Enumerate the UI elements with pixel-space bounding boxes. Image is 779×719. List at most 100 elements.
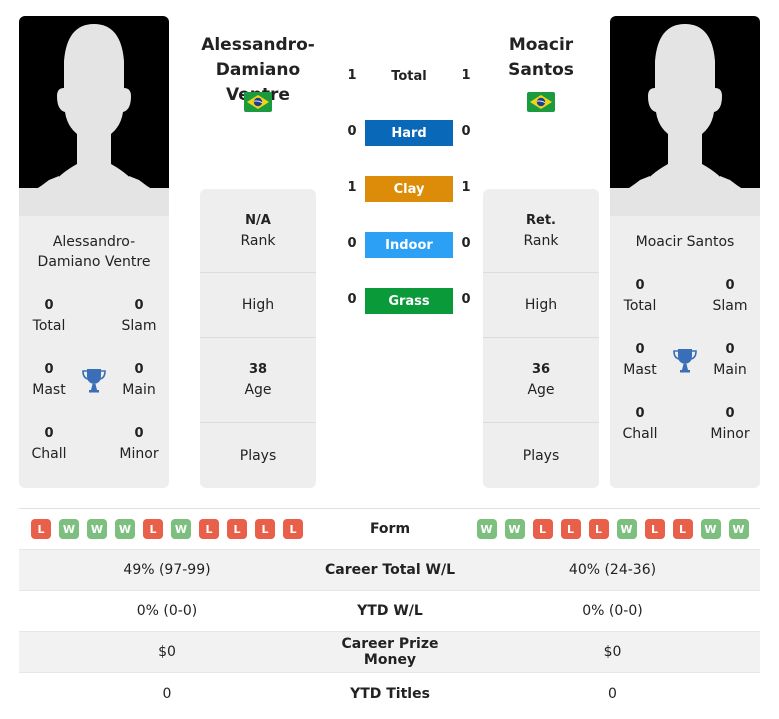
value: 0 <box>44 362 54 377</box>
form-badge-loss[interactable]: L <box>283 519 303 539</box>
surface-grass-button[interactable]: Grass <box>365 288 453 314</box>
player2-card-name: Moacir Santos <box>635 234 735 250</box>
player2-mast-titles: 0 Mast <box>605 340 675 380</box>
surface-hard-button[interactable]: Hard <box>365 120 453 146</box>
h2h-clay-p1: 1 <box>347 180 357 195</box>
h2h-grass-p2: 0 <box>461 292 471 307</box>
form-badge-loss[interactable]: L <box>588 519 609 539</box>
player2-info-panel: Ret. Rank High 36 Age Plays <box>483 189 599 488</box>
form-badge-win[interactable]: W <box>476 519 497 539</box>
plays-label: Plays <box>522 447 560 464</box>
form-badge-win[interactable]: W <box>171 519 191 539</box>
surface-clay-button[interactable]: Clay <box>365 176 453 202</box>
surface-indoor-button[interactable]: Indoor <box>365 232 453 258</box>
value: 0 <box>134 426 144 441</box>
high-label: High <box>524 297 558 313</box>
player1-minor-titles: 0 Minor <box>104 424 174 464</box>
h2h-hard-p2: 0 <box>461 124 471 139</box>
player1-plays: Plays <box>200 423 316 488</box>
form-badge-loss[interactable]: L <box>143 519 163 539</box>
silhouette-icon <box>19 24 169 216</box>
value: 0 <box>44 426 54 441</box>
value: 0 <box>134 298 144 313</box>
label: Minor <box>710 426 750 442</box>
high-label: High <box>241 297 275 313</box>
rank-label: Rank <box>240 232 276 249</box>
player1-career-wl: 49% (97-99) <box>123 562 211 578</box>
form-badge-win[interactable]: W <box>59 519 79 539</box>
form-badge-win[interactable]: W <box>115 519 135 539</box>
player2-ytd-titles: 0 <box>608 685 617 702</box>
ytd-titles-row: 0 YTD Titles 0 <box>19 673 760 714</box>
trophy-icon <box>82 367 106 393</box>
form-badge-win[interactable]: W <box>87 519 107 539</box>
player2-slam-titles: 0 Slam <box>695 276 765 316</box>
player1-total-titles: 0 Total <box>14 296 84 336</box>
value: 0 <box>635 406 645 421</box>
label: Slam <box>712 298 748 314</box>
value: 0 <box>134 362 144 377</box>
h2h-indoor-p1: 0 <box>347 236 357 251</box>
label: Total <box>623 298 657 314</box>
form-badge-loss[interactable]: L <box>560 519 581 539</box>
value: 0 <box>44 298 54 313</box>
player2-age: 36 Age <box>483 338 599 423</box>
player1-card: Alessandro-Damiano Ventre 0 Total 0 Slam 0… <box>19 216 169 488</box>
player2-plays: Plays <box>483 423 599 488</box>
player2-rank: Ret. Rank <box>483 189 599 273</box>
form-badge-win[interactable]: W <box>616 519 637 539</box>
silhouette-icon <box>610 24 760 216</box>
comparison-table: LWWWLWLLLL Form WWLLLWLLWW 49% (97-99) C… <box>19 508 760 714</box>
player1-slam-titles: 0 Slam <box>104 296 174 336</box>
label: Mast <box>32 382 66 398</box>
brazil-flag-icon <box>527 92 555 112</box>
player1-info-panel: N/A Rank High 38 Age Plays <box>200 189 316 488</box>
form-badge-win[interactable]: W <box>504 519 525 539</box>
player2-prize-money: $0 <box>603 644 622 660</box>
value: 0 <box>725 278 735 293</box>
h2h-grass-p1: 0 <box>347 292 357 307</box>
player1-form-badges: LWWWLWLLLL <box>19 519 315 539</box>
player1-ytd-wl: 0% (0-0) <box>136 603 198 619</box>
label: Chall <box>622 426 658 442</box>
label: Minor <box>119 446 159 462</box>
ytd-wl-label: YTD W/L <box>357 603 423 619</box>
h2h-hard-p1: 0 <box>347 124 357 139</box>
rank-value: N/A <box>245 212 271 228</box>
rank-value: Ret. <box>526 212 556 228</box>
player1-mast-titles: 0 Mast <box>14 360 84 400</box>
form-row: LWWWLWLLLL Form WWLLLWLLWW <box>19 509 760 550</box>
form-badge-loss[interactable]: L <box>672 519 693 539</box>
player1-main-titles: 0 Main <box>104 360 174 400</box>
form-badge-loss[interactable]: L <box>255 519 275 539</box>
age-label: Age <box>244 382 272 398</box>
ytd-wl-row: 0% (0-0) YTD W/L 0% (0-0) <box>19 591 760 632</box>
value: 0 <box>725 406 735 421</box>
career-wl-row: 49% (97-99) Career Total W/L 40% (24-36) <box>19 550 760 591</box>
trophy-icon <box>673 347 697 373</box>
prize-money-row: $0 Career Prize Money $0 <box>19 632 760 673</box>
form-badge-win[interactable]: W <box>728 519 749 539</box>
label: Total <box>32 318 66 334</box>
form-badge-loss[interactable]: L <box>227 519 247 539</box>
form-badge-loss[interactable]: L <box>644 519 665 539</box>
player2-name[interactable]: Moacir Santos <box>481 33 601 83</box>
player1-rank: N/A Rank <box>200 189 316 273</box>
player2-main-titles: 0 Main <box>695 340 765 380</box>
player1-chall-titles: 0 Chall <box>14 424 84 464</box>
form-badge-loss[interactable]: L <box>532 519 553 539</box>
value: 0 <box>635 342 645 357</box>
form-badge-loss[interactable]: L <box>31 519 51 539</box>
player1-card-name: Alessandro-Damiano Ventre <box>37 234 151 270</box>
form-badge-loss[interactable]: L <box>199 519 219 539</box>
player1-age: 38 Age <box>200 338 316 423</box>
age-label: Age <box>527 382 555 398</box>
form-badge-win[interactable]: W <box>700 519 721 539</box>
brazil-flag-icon <box>244 92 272 112</box>
label: Mast <box>623 362 657 378</box>
player1-high: High <box>200 273 316 338</box>
h2h-total-p1: 1 <box>347 68 357 83</box>
form-label: Form <box>369 521 411 537</box>
h2h-clay-p2: 1 <box>461 180 471 195</box>
label: Main <box>713 362 747 378</box>
